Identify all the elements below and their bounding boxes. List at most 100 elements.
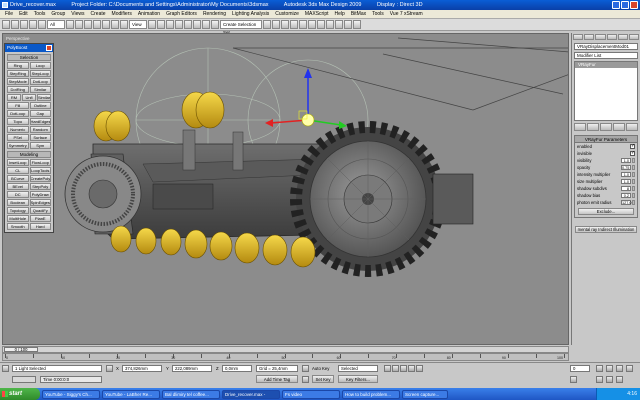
goto-start-icon[interactable]: [384, 365, 391, 372]
menu-create[interactable]: Create: [88, 10, 109, 19]
rollout-title[interactable]: VRayFur Parameters: [575, 136, 637, 143]
loop-tools-button[interactable]: LoopTools: [29, 167, 51, 174]
boolean-button[interactable]: Boolean: [7, 199, 29, 206]
spinner-arrows-icon[interactable]: [632, 200, 635, 205]
sym-button[interactable]: Sym: [29, 142, 51, 149]
key-selection-dropdown[interactable]: Selected: [338, 365, 378, 372]
create-tab-icon[interactable]: [573, 34, 584, 40]
step-poly-button[interactable]: StepPoly: [29, 183, 51, 190]
tray-clock[interactable]: 4:16: [627, 391, 637, 397]
multi-hole-button[interactable]: MultiHole: [7, 215, 29, 222]
dot-ring-button[interactable]: DotRing: [7, 86, 29, 93]
minimize-icon[interactable]: [612, 1, 620, 9]
spinner-arrows-icon[interactable]: [632, 172, 635, 177]
close-icon[interactable]: [46, 45, 52, 51]
step-mode-button[interactable]: StepMode: [7, 78, 29, 85]
play-icon[interactable]: [400, 365, 407, 372]
time-config-icon[interactable]: [570, 376, 577, 383]
modifier-list-dropdown[interactable]: Modifier List: [574, 52, 638, 59]
modifier-stack[interactable]: VRayFur: [574, 61, 638, 121]
select-object-icon[interactable]: [66, 20, 74, 29]
remove-modifier-icon[interactable]: [613, 123, 625, 131]
goto-end-icon[interactable]: [416, 365, 423, 372]
viewport-label[interactable]: Perspective: [6, 36, 30, 41]
loop-button[interactable]: Loop: [29, 62, 51, 69]
spinner-snap-icon[interactable]: [202, 20, 210, 29]
symmetry-button[interactable]: Symmetry: [7, 142, 29, 149]
layer-manager-icon[interactable]: [281, 20, 289, 29]
menu-group[interactable]: Group: [48, 10, 68, 19]
taskbar-item[interactable]: YouTube - Siggy's Ch...: [42, 389, 100, 399]
visibility-spinner[interactable]: 1.0: [621, 158, 631, 163]
close-icon[interactable]: [630, 1, 638, 9]
taskbar-item[interactable]: How to build problem...: [342, 389, 400, 399]
max-app-icon[interactable]: [2, 2, 8, 8]
window-crossing-icon[interactable]: [93, 20, 101, 29]
menu-vue[interactable]: Vue 7 xStream: [387, 10, 426, 19]
ring-button[interactable]: Ring: [7, 62, 29, 69]
lock-selection-icon[interactable]: [106, 365, 113, 372]
zoom-all-icon[interactable]: [606, 365, 613, 372]
opacity-spinner[interactable]: 0.75: [621, 165, 631, 170]
graphite-toggle-icon[interactable]: [290, 20, 298, 29]
hard-button[interactable]: Hard: [29, 223, 51, 230]
step-ring-button[interactable]: StepRing: [7, 70, 29, 77]
spinner-arrows-icon[interactable]: [632, 158, 635, 163]
similar-button[interactable]: Similar: [29, 86, 51, 93]
previous-frame-icon[interactable]: [392, 365, 399, 372]
link-icon[interactable]: [20, 20, 28, 29]
photon-radius-spinner[interactable]: 127.0: [621, 200, 632, 205]
maxscript-mini-listener[interactable]: [12, 376, 36, 383]
curve-editor-icon[interactable]: [299, 20, 307, 29]
snaps-toggle-icon[interactable]: [175, 20, 183, 29]
topology-button[interactable]: Topology: [7, 207, 29, 214]
rectangular-selection-icon[interactable]: [84, 20, 92, 29]
angle-snap-icon[interactable]: [184, 20, 192, 29]
psel-button[interactable]: PSel: [7, 134, 29, 141]
unfl-button[interactable]: Unfl: [22, 94, 36, 101]
poly-draw-button[interactable]: PolyDraw: [29, 191, 51, 198]
menu-edit[interactable]: Edit: [16, 10, 31, 19]
menu-animation[interactable]: Animation: [135, 10, 163, 19]
fill-button[interactable]: Fill: [7, 102, 29, 109]
menu-tools[interactable]: Tools: [31, 10, 49, 19]
schematic-view-icon[interactable]: [308, 20, 316, 29]
polyboost-title[interactable]: PolyBoost: [5, 44, 53, 52]
field-of-view-icon[interactable]: [616, 365, 623, 372]
current-frame-field[interactable]: 0: [570, 365, 590, 372]
taskbar-item[interactable]: Screen capture...: [402, 389, 448, 399]
taskbar-item[interactable]: Bal dlimiry tel coffee...: [162, 389, 220, 399]
track-bar[interactable]: 0 10 20 30 40 50 60 70 80 90 100: [2, 353, 569, 361]
spinner-arrows-icon[interactable]: [632, 186, 635, 191]
exclude-button[interactable]: Exclude...: [578, 208, 634, 215]
menu-graph-editors[interactable]: Graph Editors: [163, 10, 200, 19]
dotloop-2-button[interactable]: DotLoop: [7, 110, 29, 117]
menu-views[interactable]: Views: [68, 10, 87, 19]
next-frame-icon[interactable]: [408, 365, 415, 372]
dot-loop-button[interactable]: DotLoop: [29, 78, 51, 85]
menu-customize[interactable]: Customize: [272, 10, 302, 19]
z-coordinate-field[interactable]: 0,0mm: [222, 365, 252, 372]
redo-icon[interactable]: [11, 20, 19, 29]
render-setup-icon[interactable]: [326, 20, 334, 29]
set-key-icon[interactable]: [302, 376, 309, 383]
y-coordinate-field[interactable]: 222,089mm: [172, 365, 212, 372]
select-rotate-icon[interactable]: [111, 20, 119, 29]
enabled-checkbox[interactable]: ✓: [630, 144, 635, 149]
modeling-section-header[interactable]: Modeling: [7, 151, 51, 158]
menu-bitmax[interactable]: BitMax: [348, 10, 369, 19]
utilities-tab-icon[interactable]: [628, 34, 640, 40]
invisible-checkbox[interactable]: ✓: [630, 151, 635, 156]
pan-icon[interactable]: [626, 365, 633, 372]
perspective-viewport[interactable]: Perspective: [2, 33, 569, 345]
rendered-frame-icon[interactable]: [335, 20, 343, 29]
cl-button[interactable]: CL: [7, 167, 29, 174]
taskbar-item-active[interactable]: Drive_recover.max -: [222, 389, 280, 399]
taskbar-item[interactable]: Fs video: [282, 389, 340, 399]
render-production-icon[interactable]: [344, 20, 352, 29]
selection-section-header[interactable]: Selection: [7, 54, 51, 61]
size-spinner[interactable]: 1.0: [621, 179, 631, 184]
taskbar-item[interactable]: YouTube - LaBher Re...: [102, 389, 160, 399]
key-filters-button[interactable]: Key Filters...: [338, 375, 378, 383]
modify-tab-icon[interactable]: [584, 34, 595, 40]
